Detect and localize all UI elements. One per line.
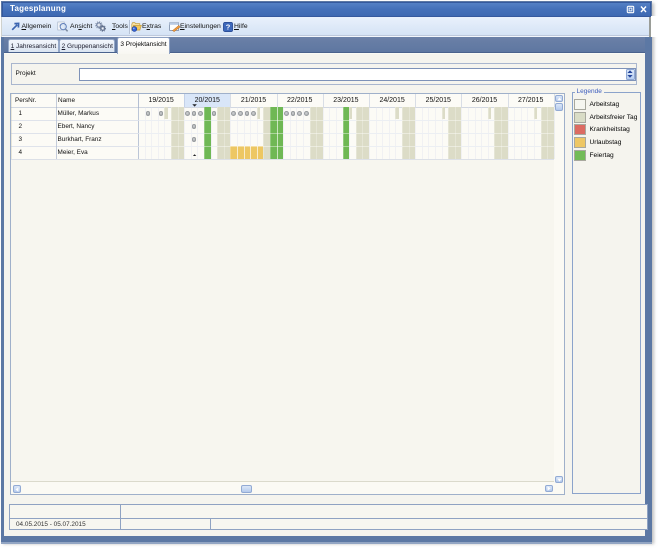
svg-text:?: ? [226,22,231,31]
